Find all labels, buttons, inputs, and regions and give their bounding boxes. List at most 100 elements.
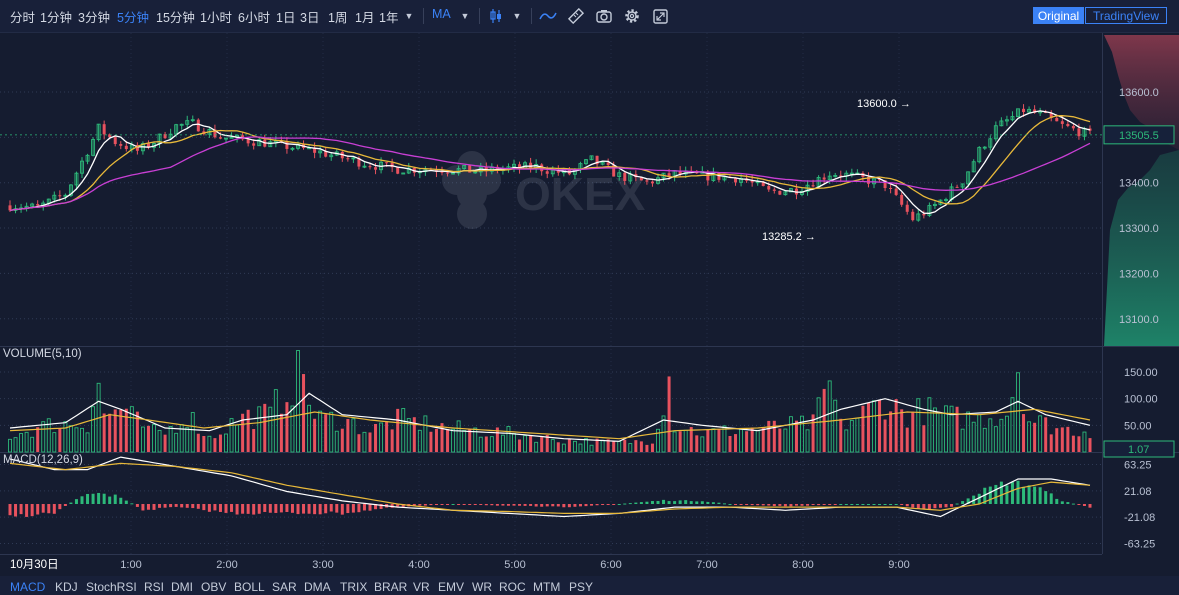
- macd-histogram-bar: [47, 504, 51, 514]
- volume-bar: [816, 397, 821, 453]
- indicator-tab[interactable]: WR: [472, 580, 492, 594]
- macd-histogram-bar: [174, 504, 178, 507]
- volume-bar: [556, 442, 560, 452]
- macd-histogram-bar: [318, 504, 322, 515]
- macd-histogram-bar: [74, 499, 78, 504]
- volume-bar: [124, 408, 128, 452]
- volume-bar: [108, 413, 112, 452]
- macd-histogram-bar: [1027, 485, 1031, 504]
- macd-histogram-bar: [678, 500, 682, 504]
- macd-histogram-bar: [368, 504, 372, 511]
- volume-bar: [634, 440, 638, 452]
- volume-bar: [500, 434, 505, 453]
- volume-bar: [667, 376, 671, 452]
- indicator-tab[interactable]: MTM: [533, 580, 560, 594]
- indicator-tab[interactable]: ROC: [499, 580, 526, 594]
- volume-bar: [911, 411, 915, 452]
- macd-histogram-bar: [540, 504, 544, 507]
- indicator-tab[interactable]: SAR: [272, 580, 297, 594]
- indicator-tab[interactable]: DMA: [304, 580, 331, 594]
- indicator-tab[interactable]: BRAR: [374, 580, 407, 594]
- volume-bar: [140, 426, 145, 453]
- indicator-tab[interactable]: VR: [413, 580, 430, 594]
- indicator-tab[interactable]: TRIX: [340, 580, 367, 594]
- volume-bar: [379, 422, 384, 453]
- indicator-tab[interactable]: BOLL: [234, 580, 265, 594]
- volume-bar: [839, 418, 843, 452]
- candle-body: [396, 167, 400, 174]
- volume-bar: [844, 429, 849, 453]
- candle-body: [196, 119, 200, 132]
- volume-bar: [988, 418, 993, 453]
- macd-histogram-bar: [429, 504, 433, 506]
- volume-bar: [1033, 422, 1037, 452]
- macd-histogram-bar: [717, 502, 721, 504]
- macd-histogram-bar: [235, 504, 239, 515]
- macd-histogram-bar: [950, 504, 954, 507]
- volume-bar: [1022, 414, 1026, 452]
- volume-bar: [523, 435, 528, 453]
- candle-body: [36, 204, 40, 206]
- price-chart[interactable]: 13600.013500.013400.013300.013200.013100…: [0, 0, 1179, 595]
- indicator-tab[interactable]: PSY: [569, 580, 593, 594]
- macd-histogram-bar: [933, 504, 937, 509]
- indicator-tab[interactable]: RSI: [144, 580, 164, 594]
- volume-bar: [761, 427, 765, 452]
- volume-bar: [966, 411, 971, 453]
- macd-histogram-bar: [905, 504, 909, 507]
- volume-bar: [711, 428, 716, 453]
- volume-bar: [706, 429, 710, 452]
- indicator-tab-active[interactable]: MACD: [10, 580, 45, 594]
- candle-body: [252, 143, 256, 146]
- candle-body: [124, 145, 128, 150]
- macd-histogram-bar: [462, 504, 466, 505]
- macd-histogram-bar: [573, 504, 577, 507]
- volume-bar: [58, 428, 62, 452]
- macd-histogram-bar: [639, 502, 643, 504]
- volume-bar: [982, 427, 987, 453]
- volume-tick-label: 150.00: [1124, 367, 1158, 379]
- volume-bar: [24, 431, 29, 453]
- macd-histogram-bar: [800, 504, 804, 506]
- volume-pane-title: VOLUME(5,10): [3, 348, 82, 360]
- candle-body: [905, 204, 909, 212]
- macd-histogram-bar: [518, 504, 522, 506]
- volume-bar: [540, 437, 544, 452]
- macd-histogram-bar: [673, 501, 677, 504]
- volume-bar: [916, 398, 921, 453]
- macd-histogram-bar: [628, 503, 632, 505]
- macd-histogram-bar: [545, 504, 549, 507]
- macd-histogram-bar: [850, 504, 854, 505]
- indicator-tab[interactable]: StochRSI: [86, 580, 137, 594]
- candle-body: [113, 137, 117, 145]
- macd-histogram-bar: [689, 501, 693, 504]
- macd-histogram-bar: [135, 504, 139, 507]
- macd-histogram-bar: [163, 504, 167, 508]
- time-tick-label: 8:00: [792, 559, 813, 571]
- volume-bar: [623, 439, 627, 452]
- volume-bar: [185, 427, 190, 453]
- candle-body: [1066, 123, 1070, 127]
- volume-bar: [268, 406, 273, 453]
- volume-bar: [157, 429, 162, 453]
- indicator-tab[interactable]: EMV: [438, 580, 464, 594]
- macd-histogram-bar: [329, 504, 333, 512]
- indicator-tab[interactable]: KDJ: [55, 580, 78, 594]
- volume-bar: [960, 428, 965, 453]
- macd-histogram-bar: [1088, 504, 1092, 508]
- volume-bar: [932, 407, 937, 453]
- watermark-dot: [457, 199, 487, 229]
- price-tick-label: 13600.0: [1119, 87, 1159, 99]
- macd-histogram-bar: [684, 500, 688, 504]
- volume-bar: [750, 427, 754, 452]
- indicator-tab[interactable]: DMI: [171, 580, 193, 594]
- macd-histogram-bar: [612, 504, 616, 505]
- date-label: 10月30日: [10, 559, 59, 571]
- high-price-label: 13600.0 →: [857, 98, 911, 110]
- candle-body: [1022, 108, 1026, 113]
- macd-histogram-bar: [722, 503, 726, 505]
- candle-body: [58, 195, 62, 197]
- volume-bar: [672, 431, 677, 453]
- candle-body: [1060, 121, 1064, 124]
- indicator-tab[interactable]: OBV: [201, 580, 226, 594]
